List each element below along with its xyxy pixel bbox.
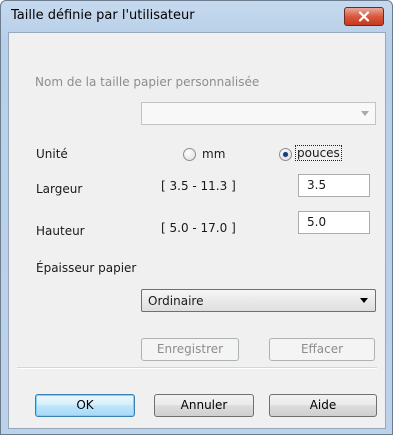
width-label: Largeur xyxy=(36,182,83,196)
chevron-down-icon xyxy=(361,111,369,116)
unit-label: Unité xyxy=(36,147,68,161)
unit-inches-radio[interactable] xyxy=(279,148,292,161)
unit-mm-label[interactable]: mm xyxy=(202,147,225,161)
dialog-window: Taille définie par l'utilisateur Nom de … xyxy=(0,0,393,435)
cancel-button[interactable]: Annuler xyxy=(154,394,254,417)
save-button[interactable]: Enregistrer xyxy=(141,338,239,361)
paper-name-combo[interactable] xyxy=(141,102,376,125)
width-range: [ 3.5 - 11.3 ] xyxy=(161,179,236,193)
separator xyxy=(17,367,377,369)
paper-name-label: Nom de la taille papier personnalisée xyxy=(35,75,260,89)
paper-thickness-value: Ordinaire xyxy=(148,294,204,308)
width-input[interactable]: 3.5 xyxy=(298,174,370,197)
close-icon xyxy=(358,11,370,22)
paper-thickness-label: Épaisseur papier xyxy=(36,261,137,275)
unit-inches-focus[interactable]: pouces xyxy=(295,145,342,161)
dialog-body: Nom de la taille papier personnalisée Un… xyxy=(8,32,386,429)
paper-thickness-select[interactable]: Ordinaire xyxy=(141,289,376,312)
window-title: Taille définie par l'utilisateur xyxy=(11,8,195,23)
width-value: 3.5 xyxy=(307,178,327,192)
height-input[interactable]: 5.0 xyxy=(298,211,370,234)
chevron-down-icon xyxy=(360,298,368,303)
height-value: 5.0 xyxy=(307,215,327,229)
close-button[interactable] xyxy=(344,7,384,26)
unit-inches-label: pouces xyxy=(297,146,340,160)
title-bar[interactable]: Taille définie par l'utilisateur xyxy=(1,1,392,31)
height-label: Hauteur xyxy=(36,224,85,238)
height-range: [ 5.0 - 17.0 ] xyxy=(161,221,236,235)
help-button[interactable]: Aide xyxy=(269,394,377,417)
ok-button[interactable]: OK xyxy=(35,394,135,417)
unit-mm-radio[interactable] xyxy=(183,148,196,161)
delete-button[interactable]: Effacer xyxy=(269,338,375,361)
